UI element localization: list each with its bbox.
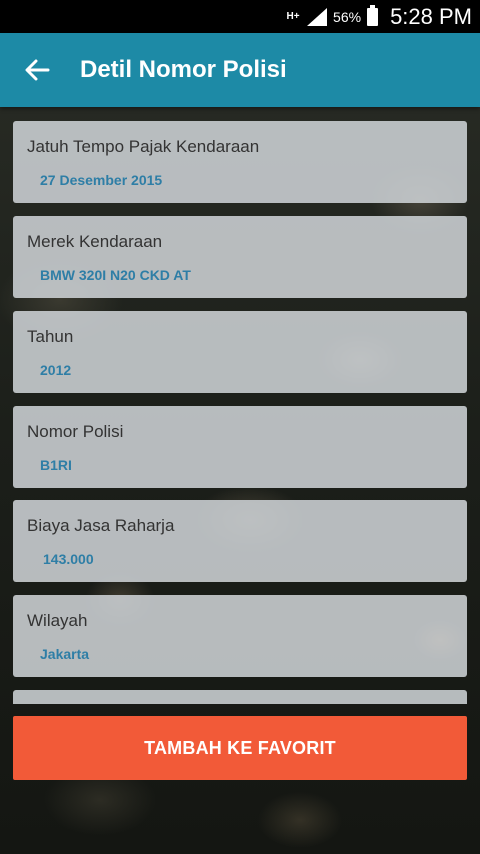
detail-label: Wilayah	[27, 611, 88, 630]
detail-label: Nomor Polisi	[27, 422, 124, 441]
clock: 5:28 PM	[390, 3, 472, 29]
status-bar: H+ 56% 5:28 PM	[0, 0, 480, 33]
detail-label: Biaya Jasa Raharja	[27, 516, 175, 535]
detail-card-tax-due: Jatuh Tempo Pajak Kendaraan 27 Desember …	[13, 121, 467, 203]
detail-value: Jakarta	[40, 646, 90, 662]
detail-value: 27 Desember 2015	[40, 172, 163, 188]
detail-value: 143.000	[43, 551, 94, 567]
detail-value: BMW 320I N20 CKD AT	[40, 267, 191, 283]
detail-value: B1RI	[40, 457, 72, 473]
detail-label: Merek Kendaraan	[27, 232, 163, 251]
detail-card-jasa-raharja: Biaya Jasa Raharja 143.000	[13, 500, 467, 582]
detail-list[interactable]: Jatuh Tempo Pajak Kendaraan 27 Desember …	[13, 121, 467, 704]
page-title: Detil Nomor Polisi	[80, 56, 287, 83]
detail-label: Tahun	[27, 327, 74, 346]
detail-card-year: Tahun 2012	[13, 311, 467, 393]
detail-value: 2012	[40, 362, 72, 378]
detail-card-partial	[13, 690, 467, 704]
detail-card-brand: Merek Kendaraan BMW 320I N20 CKD AT	[13, 216, 467, 298]
battery-percent: 56%	[333, 8, 362, 25]
detail-card-plate-number: Nomor Polisi B1RI	[13, 406, 467, 488]
arrow-left-icon	[25, 59, 50, 81]
detail-card-region: Wilayah Jakarta	[13, 595, 467, 677]
add-to-favorite-button[interactable]: TAMBAH KE FAVORIT	[13, 716, 467, 780]
battery-icon	[367, 4, 379, 26]
network-type: H+	[286, 11, 300, 22]
signal-icon	[307, 7, 328, 26]
detail-label: Jatuh Tempo Pajak Kendaraan	[27, 137, 260, 156]
back-button[interactable]	[0, 33, 74, 107]
app-bar: Detil Nomor Polisi	[0, 33, 480, 107]
